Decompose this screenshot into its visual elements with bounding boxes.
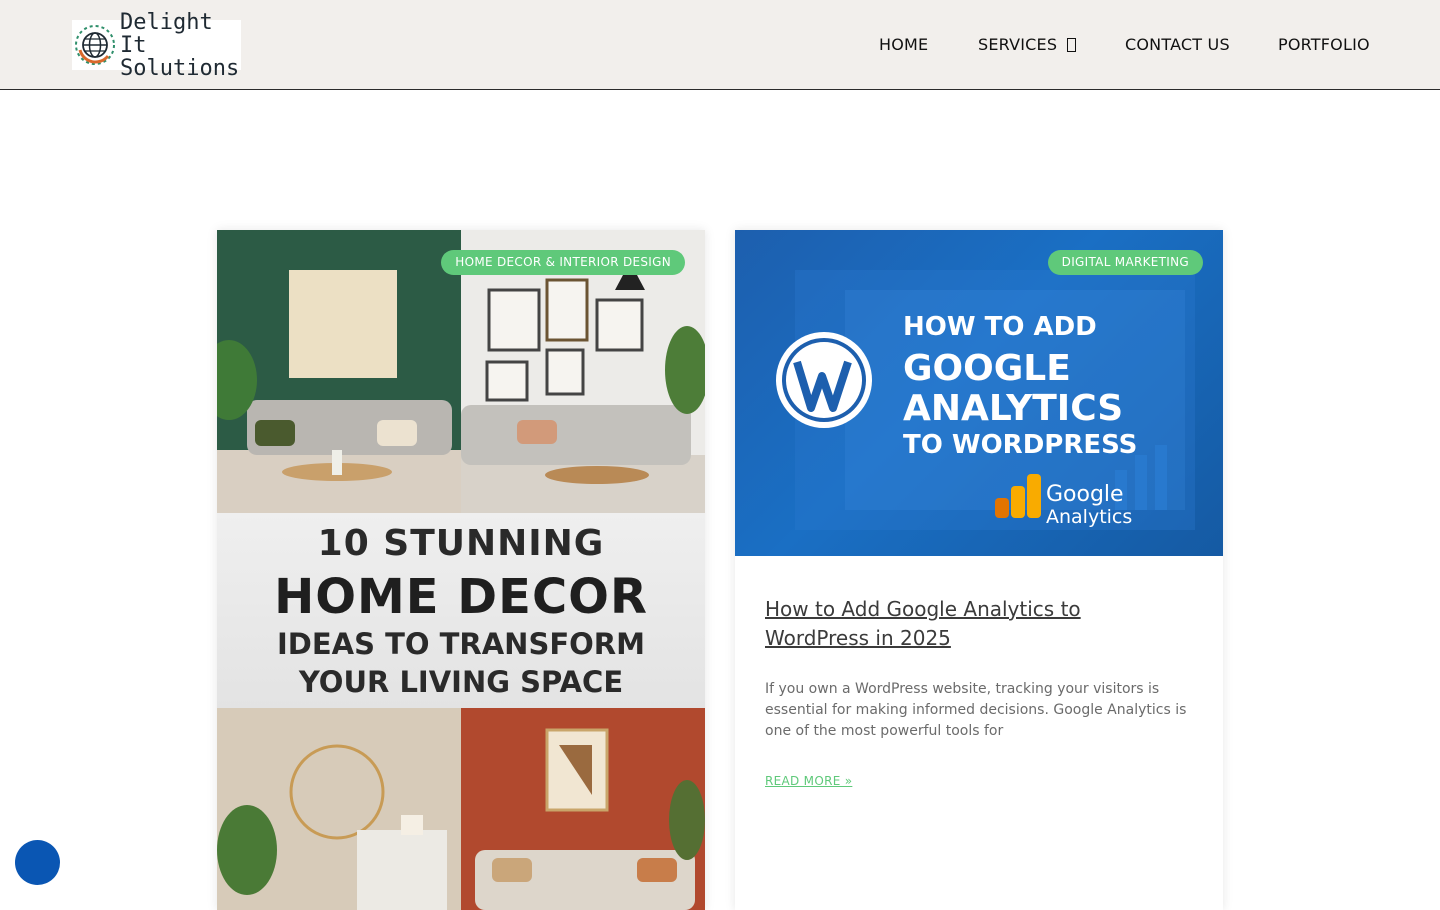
thumbnail-line-4: TO WORDPRESS [903, 430, 1138, 460]
thumbnail-line-1: 10 STUNNING [317, 523, 605, 564]
nav-services-label: SERVICES [978, 35, 1058, 54]
thumbnail-line-4: YOUR LIVING SPACE [298, 665, 624, 699]
wordpress-logo-icon [776, 332, 872, 428]
nav-services[interactable]: SERVICES [978, 35, 1077, 54]
thumbnail-line-3: IDEAS TO TRANSFORM [277, 627, 645, 661]
logo-line-2: Solutions [120, 55, 240, 81]
nav-home[interactable]: HOME [879, 35, 928, 54]
logo-text: Delight It Solutions [120, 11, 241, 80]
thumbnail-line-2: GOOGLE [903, 348, 1071, 389]
category-badge[interactable]: HOME DECOR & INTERIOR DESIGN [441, 250, 685, 275]
thumbnail-title-banner: 10 STUNNING HOME DECOR IDEAS TO TRANSFOR… [217, 513, 705, 708]
post-excerpt: If you own a WordPress website, tracking… [765, 681, 1187, 739]
nav-home-label: HOME [879, 35, 929, 54]
post-title-link[interactable]: How to Add Google Analytics to WordPress… [765, 595, 1185, 653]
thumbnail-brand-2: Analytics [1046, 506, 1133, 528]
nav-contact-us[interactable]: CONTACT US [1125, 35, 1230, 54]
thumbnail-line-3: ANALYTICS [903, 388, 1124, 429]
thumbnail-brand-1: Google [1046, 482, 1124, 507]
logo-line-1: Delight It [120, 9, 213, 58]
nav-portfolio-label: PORTFOLIO [1278, 35, 1370, 54]
read-more-link[interactable]: READ MORE » [765, 774, 852, 788]
chevron-down-icon[interactable] [1067, 37, 1077, 52]
globe-icon [72, 20, 120, 70]
accessibility-icon[interactable] [15, 840, 60, 885]
thumbnail-line-2: HOME DECOR [274, 569, 648, 625]
site-header: Delight It Solutions HOME SERVICES CONTA… [0, 0, 1440, 90]
thumbnail-line-1: HOW TO ADD [903, 312, 1097, 342]
category-badge[interactable]: DIGITAL MARKETING [1047, 250, 1203, 275]
nav-portfolio[interactable]: PORTFOLIO [1278, 35, 1370, 54]
post-card-google-analytics: DIGITAL MARKETING HOW TO ADD GOOGLE ANAL… [735, 230, 1223, 910]
nav-contact-label: CONTACT US [1125, 35, 1230, 54]
post-thumbnail[interactable]: 10 STUNNING HOME DECOR IDEAS TO TRANSFOR… [217, 230, 705, 910]
post-thumbnail[interactable]: HOW TO ADD GOOGLE ANALYTICS TO WORDPRESS… [735, 230, 1223, 556]
post-card-home-decor[interactable]: HOME DECOR & INTERIOR DESIGN 10 STUNNING… [217, 230, 705, 910]
site-logo[interactable]: Delight It Solutions [72, 11, 241, 80]
